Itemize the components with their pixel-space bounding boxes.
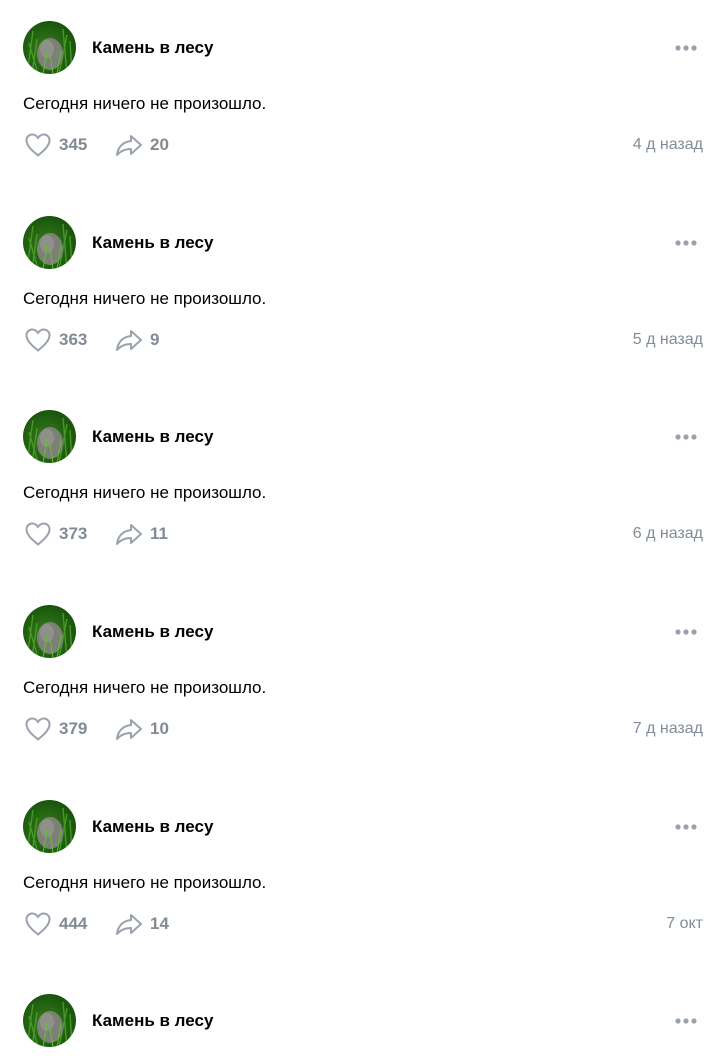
post-author[interactable]: Камень в лесу [92,233,213,253]
avatar-image [26,223,73,269]
avatar-image [26,417,73,463]
avatar[interactable] [23,410,76,463]
avatar-image [26,28,73,74]
more-horizontal-icon [675,434,697,440]
avatar[interactable] [23,994,76,1047]
like-button[interactable]: 379 [23,715,87,743]
avatar-image [26,1001,73,1047]
more-button[interactable] [672,817,700,837]
like-count: 373 [59,524,88,543]
post: Камень в лесу Сегодня ничего не произошл… [0,584,721,779]
more-button[interactable] [672,427,700,447]
more-horizontal-icon [675,629,697,635]
share-count: 10 [150,719,169,738]
post: Камень в лесу Сегодня ничего не произошл… [0,195,721,390]
post-author[interactable]: Камень в лесу [92,817,213,837]
avatar-image [26,612,73,658]
like-count: 379 [59,719,88,738]
post-text: Сегодня ничего не произошло. [23,678,267,697]
heart-outline-icon [25,912,51,936]
avatar[interactable] [23,21,76,74]
like-count: 363 [59,330,88,349]
heart-outline-icon [25,328,51,352]
heart-outline-icon [25,133,51,157]
more-horizontal-icon [675,824,697,830]
like-count: 345 [59,135,88,154]
share-button[interactable]: 10 [114,715,169,743]
post-timestamp[interactable]: 4 д назад [633,135,703,155]
share-count: 9 [150,330,160,349]
share-arrow-icon [116,719,142,740]
like-button[interactable]: 444 [23,910,87,938]
like-button[interactable]: 363 [23,326,87,354]
heart-outline-icon [25,522,51,546]
avatar-image [26,807,73,853]
post-author[interactable]: Камень в лесу [92,622,213,642]
share-arrow-icon [116,914,142,935]
post-author[interactable]: Камень в лесу [92,427,213,447]
post-text: Сегодня ничего не произошло. [23,94,267,113]
like-button[interactable]: 345 [23,131,87,159]
share-arrow-icon [116,524,142,545]
share-arrow-icon [116,135,142,156]
post-timestamp[interactable]: 7 окт [666,914,703,934]
share-button[interactable]: 9 [114,326,159,354]
post-author[interactable]: Камень в лесу [92,38,213,58]
more-horizontal-icon [675,45,697,51]
post: Камень в лесу Сегодня ничего не произошл… [0,389,721,584]
avatar[interactable] [23,800,76,853]
avatar[interactable] [23,605,76,658]
post: Камень в лесу Сегодня ничего не произошл… [0,779,721,974]
post-timestamp[interactable]: 6 д назад [633,524,703,544]
more-button[interactable] [672,622,700,642]
share-count: 20 [150,135,169,154]
more-button[interactable] [672,233,700,253]
share-count: 11 [150,524,168,543]
post-timestamp[interactable]: 7 д назад [633,719,703,739]
like-count: 444 [59,914,88,933]
post-text: Сегодня ничего не произошло. [23,483,267,502]
share-button[interactable]: 20 [114,131,169,159]
more-button[interactable] [672,1011,700,1031]
share-button[interactable]: 11 [114,520,168,548]
post-timestamp[interactable]: 5 д назад [633,330,703,350]
like-button[interactable]: 373 [23,520,87,548]
share-button[interactable]: 14 [114,910,169,938]
post-text: Сегодня ничего не произошло. [23,873,267,892]
post: Камень в лесу [0,973,721,1063]
post-feed: Камень в лесу Сегодня ничего не произошл… [0,0,721,1063]
more-button[interactable] [672,38,700,58]
share-count: 14 [150,914,169,933]
heart-outline-icon [25,717,51,741]
more-horizontal-icon [675,240,697,246]
avatar[interactable] [23,216,76,269]
more-horizontal-icon [675,1018,697,1024]
share-arrow-icon [116,330,142,351]
post-text: Сегодня ничего не произошло. [23,289,267,308]
post: Камень в лесу Сегодня ничего не произошл… [0,0,721,195]
post-author[interactable]: Камень в лесу [92,1011,213,1031]
